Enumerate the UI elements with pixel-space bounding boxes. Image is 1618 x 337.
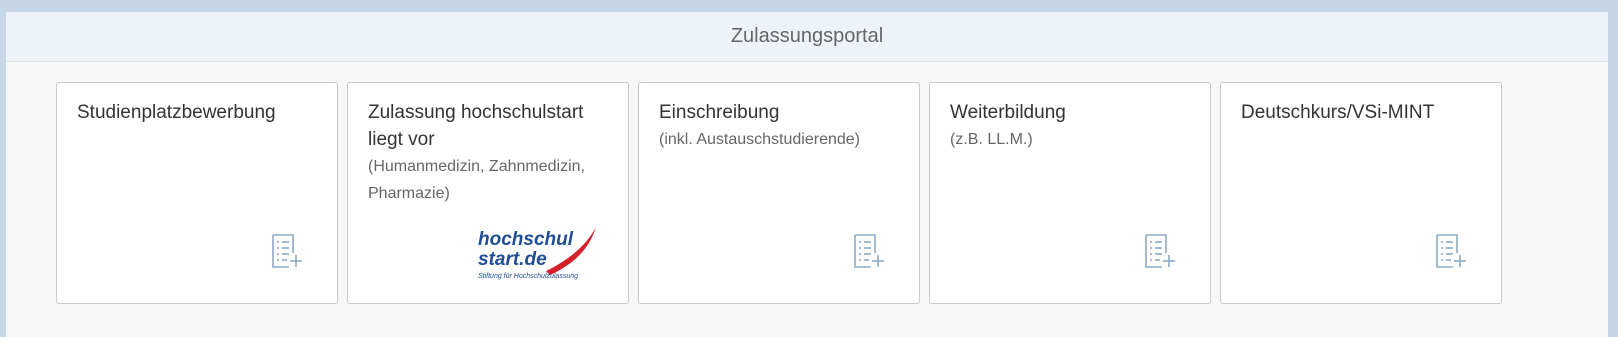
tile-weiterbildung[interactable]: Weiterbildung (z.B. LL.M.) [929, 82, 1211, 304]
tile-subtitle: (Humanmedizin, Zahnmedizin, Pharmazie) [368, 158, 585, 202]
tile-title: Zulassung hochschulstart liegt vor [368, 102, 584, 150]
form-add-icon [1436, 234, 1466, 268]
form-add-icon [854, 234, 884, 268]
page-title: Zulassungsportal [730, 25, 884, 47]
svg-text:hochschul: hochschul [478, 229, 574, 250]
hochschulstart-logo: hochschul start.de Stiftung für Hochschu… [478, 227, 596, 280]
form-add-icon [1145, 234, 1175, 268]
tile-title: Weiterbildung [950, 102, 1066, 123]
tile-title: Deutschkurs/VSi-MINT [1241, 102, 1435, 123]
tile-container: Studienplatzbewerbung Zulassung hochschu… [56, 82, 1502, 304]
form-add-icon [272, 234, 302, 268]
portal-frame: Zulassungsportal Studienplatzbewerbung Z… [6, 12, 1608, 337]
svg-text:Stiftung für Hochschulzulassun: Stiftung für Hochschulzulassung [478, 273, 578, 280]
tile-title: Studienplatzbewerbung [77, 102, 276, 123]
tile-deutschkurs[interactable]: Deutschkurs/VSi-MINT [1220, 82, 1502, 304]
portal-header: Zulassungsportal [6, 12, 1608, 62]
tile-subtitle: (inkl. Austauschstudierende) [659, 131, 860, 148]
svg-text:start.de: start.de [478, 249, 547, 270]
tile-zulassung-hochschulstart[interactable]: Zulassung hochschulstart liegt vor (Huma… [347, 82, 629, 304]
tile-subtitle: (z.B. LL.M.) [950, 131, 1033, 148]
tile-title: Einschreibung [659, 102, 780, 123]
tile-einschreibung[interactable]: Einschreibung (inkl. Austauschstudierend… [638, 82, 920, 304]
tile-studienplatzbewerbung[interactable]: Studienplatzbewerbung [56, 82, 338, 304]
